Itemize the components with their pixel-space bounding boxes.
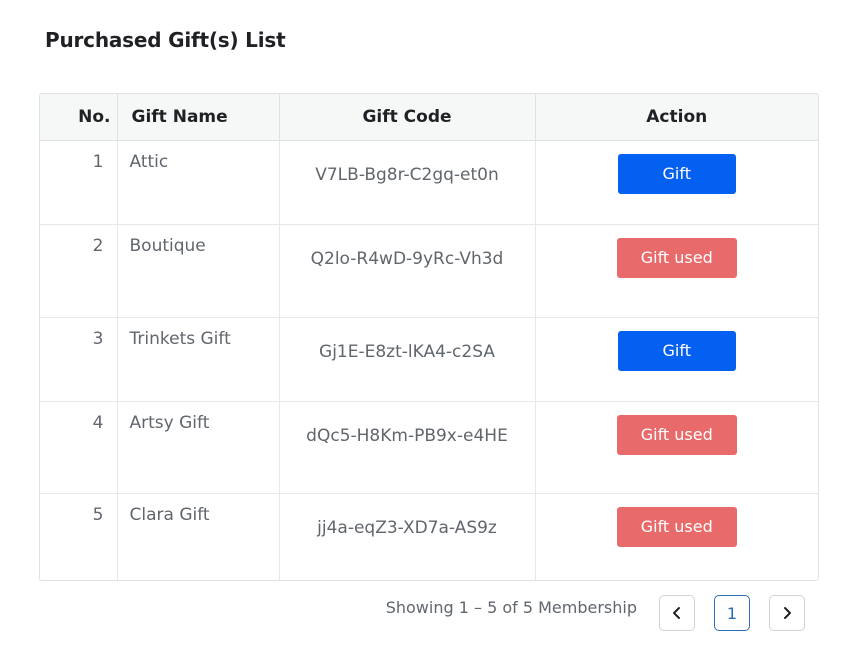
gifts-table: No. Gift Name Gift Code Action 1 Attic V… — [40, 94, 818, 581]
action-cell: Gift Invitation — [535, 140, 818, 225]
gift-name: Attic — [117, 140, 280, 225]
gift-used-button[interactable]: Gift used — [616, 238, 737, 278]
table-row: 2 Boutique Q2lo-R4wD-9yRc-Vh3d Gift used — [40, 224, 818, 318]
chevron-left-icon — [671, 606, 683, 620]
chevron-right-icon — [781, 606, 793, 620]
table-row: 3 Trinkets Gift Gj1E-E8zt-lKA4-c2SA Gift… — [40, 317, 818, 402]
gift-used-button[interactable]: Gift used — [616, 507, 737, 547]
gift-invitation-button[interactable]: Gift Invitation — [617, 331, 736, 400]
gift-used-button[interactable]: Gift used — [616, 415, 737, 455]
gift-name: Clara Gift — [117, 493, 280, 580]
page-title: Purchased Gift(s) List — [45, 28, 286, 52]
action-cell: Gift used — [535, 224, 818, 318]
gift-code: Q2lo-R4wD-9yRc-Vh3d — [279, 224, 536, 318]
row-number: 4 — [40, 401, 118, 494]
gift-code: V7LB-Bg8r-C2gq-et0n — [279, 140, 536, 225]
column-header-no: No. — [40, 94, 118, 141]
table-row: 5 Clara Gift jj4a-eqZ3-XD7a-AS9z Gift us… — [40, 493, 818, 581]
row-number: 5 — [40, 493, 118, 580]
next-page-button[interactable] — [769, 595, 805, 631]
table-header-row: No. Gift Name Gift Code Action — [40, 94, 818, 141]
action-cell: Gift Invitation — [535, 317, 818, 402]
table-row: 1 Attic V7LB-Bg8r-C2gq-et0n Gift Invitat… — [40, 140, 818, 225]
gift-code: jj4a-eqZ3-XD7a-AS9z — [279, 493, 536, 580]
column-header-action: Action — [535, 94, 818, 141]
table-row: 4 Artsy Gift dQc5-H8Km-PB9x-e4HE Gift us… — [40, 401, 818, 494]
page-number-button[interactable]: 1 — [714, 595, 750, 631]
previous-page-button[interactable] — [659, 595, 695, 631]
gift-code: dQc5-H8Km-PB9x-e4HE — [279, 401, 536, 494]
gift-name: Boutique — [117, 224, 280, 318]
action-cell: Gift used — [535, 401, 818, 494]
row-number: 1 — [40, 140, 118, 225]
pagination-summary: Showing 1 – 5 of 5 Membership — [385, 598, 637, 617]
gift-invitation-button[interactable]: Gift Invitation — [617, 154, 736, 223]
pagination-bar: Showing 1 – 5 of 5 Membership 1 — [39, 594, 817, 634]
gift-name: Artsy Gift — [117, 401, 280, 494]
gift-code: Gj1E-E8zt-lKA4-c2SA — [279, 317, 536, 402]
column-header-gift-code: Gift Code — [279, 94, 536, 141]
gifts-table-container: No. Gift Name Gift Code Action 1 Attic V… — [39, 93, 819, 581]
row-number: 3 — [40, 317, 118, 402]
column-header-gift-name: Gift Name — [117, 94, 280, 141]
row-number: 2 — [40, 224, 118, 318]
gift-name: Trinkets Gift — [117, 317, 280, 402]
action-cell: Gift used — [535, 494, 818, 581]
